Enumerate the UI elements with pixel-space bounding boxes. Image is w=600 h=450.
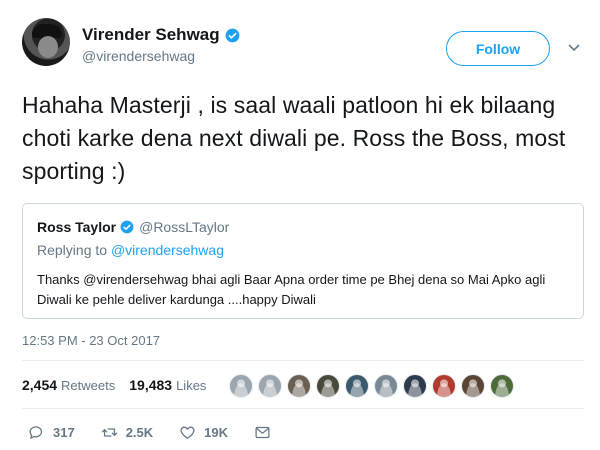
likers-avatars	[229, 374, 519, 398]
reply-count: 317	[53, 425, 75, 440]
user-avatar-icon[interactable]	[316, 374, 340, 398]
likes-label: Likes	[176, 378, 207, 393]
reply-action[interactable]: 317	[28, 424, 75, 441]
user-avatar-icon[interactable]	[461, 374, 485, 398]
like-action[interactable]: 19K	[179, 424, 228, 441]
tweet-timestamp[interactable]: 12:53 PM - 23 Oct 2017	[22, 333, 160, 348]
like-count: 19K	[204, 425, 229, 440]
envelope-icon	[255, 426, 270, 439]
verified-badge-icon	[225, 28, 240, 42]
divider	[22, 408, 584, 409]
divider	[22, 360, 584, 361]
default-avatar-icon[interactable]	[258, 374, 282, 398]
retweets-count: 2,454	[22, 377, 58, 393]
chevron-down-icon[interactable]	[568, 42, 580, 54]
default-avatar-icon[interactable]	[229, 374, 253, 398]
retweet-icon	[101, 428, 117, 437]
replying-to-link[interactable]: @virendersehwag	[111, 242, 224, 258]
quoted-author-row: Ross Taylor @RossLTaylor	[37, 219, 229, 235]
author-avatar[interactable]	[22, 18, 70, 66]
quoted-author-name: Ross Taylor	[37, 219, 117, 235]
user-avatar-icon[interactable]	[287, 374, 311, 398]
engagement-stats: 2,454 Retweets 19,483 Likes	[22, 377, 220, 393]
author-name[interactable]: Virender Sehwag	[82, 25, 220, 45]
reply-icon	[29, 426, 43, 439]
replying-to-prefix: Replying to	[37, 242, 108, 258]
user-avatar-icon[interactable]	[432, 374, 456, 398]
author-handle[interactable]: @virendersehwag	[82, 48, 195, 64]
retweet-count: 2.5K	[125, 425, 154, 440]
replying-to: Replying to @virendersehwag	[37, 242, 224, 258]
retweets-stat[interactable]: 2,454 Retweets	[22, 377, 115, 393]
retweets-label: Retweets	[61, 378, 116, 393]
quoted-author-handle: @RossLTaylor	[139, 219, 230, 235]
quoted-tweet[interactable]: Ross Taylor @RossLTaylor Replying to @vi…	[22, 203, 584, 319]
avatar-face	[38, 36, 58, 58]
user-avatar-icon[interactable]	[345, 374, 369, 398]
likes-count: 19,483	[129, 377, 173, 393]
quoted-tweet-text: Thanks @virendersehwag bhai agli Baar Ap…	[37, 272, 546, 307]
message-action[interactable]	[254, 424, 279, 441]
user-avatar-icon[interactable]	[374, 374, 398, 398]
user-avatar-icon[interactable]	[403, 374, 427, 398]
heart-icon	[180, 426, 195, 439]
retweet-action[interactable]: 2.5K	[101, 424, 153, 441]
author-name-row[interactable]: Virender Sehwag	[82, 25, 240, 45]
follow-button[interactable]: Follow	[446, 31, 550, 66]
likes-stat[interactable]: 19,483 Likes	[129, 377, 206, 393]
tweet-actions: 317 2.5K 19K	[28, 424, 305, 441]
tweet-text: Hahaha Masterji , is saal waali patloon …	[22, 92, 566, 184]
user-avatar-icon[interactable]	[490, 374, 514, 398]
verified-badge-icon	[120, 220, 134, 234]
